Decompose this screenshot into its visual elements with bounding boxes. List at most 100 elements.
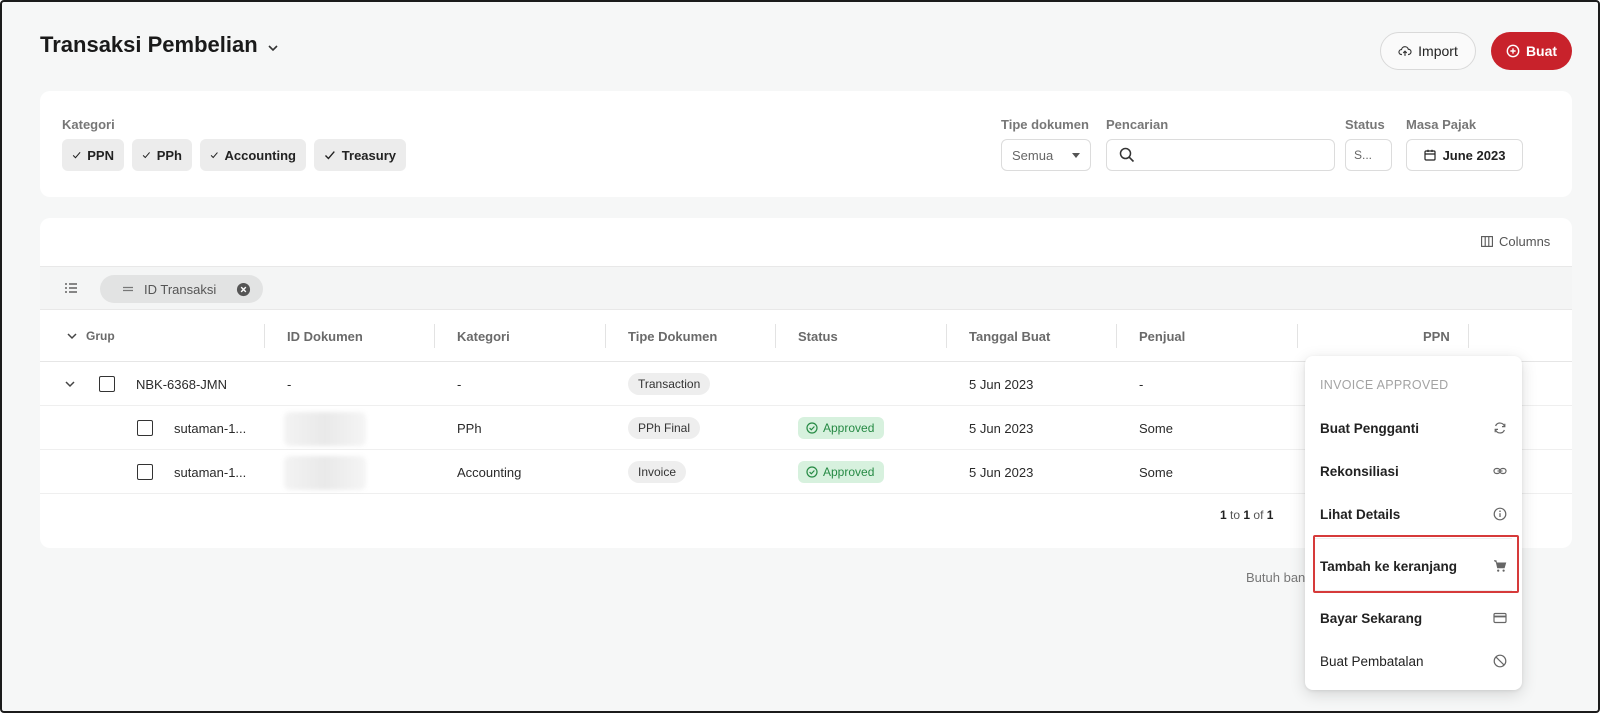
caret-down-icon <box>1072 152 1080 158</box>
blurred-id-dokumen <box>284 456 366 490</box>
status-badge: Approved <box>798 417 885 439</box>
menu-item-bayar-sekarang[interactable]: Bayar Sekarang <box>1305 598 1522 638</box>
ban-icon <box>1493 654 1507 668</box>
chip-accounting-label: Accounting <box>224 147 297 163</box>
header-tipe-dokumen[interactable]: Tipe Dokumen <box>628 310 717 362</box>
chip-treasury[interactable]: Treasury <box>314 139 406 171</box>
check-icon <box>142 152 151 159</box>
drag-handle-icon <box>123 286 133 292</box>
header-grup-label: Grup <box>86 329 115 343</box>
app-window: Transaksi Pembelian Import Buat Kategori… <box>0 0 1600 713</box>
status-select[interactable]: S... <box>1345 139 1392 171</box>
masa-pajak-picker[interactable]: June 2023 <box>1406 139 1523 171</box>
columns-button[interactable]: Columns <box>1481 234 1550 249</box>
tipe-dokumen-tag: PPh Final <box>628 417 701 439</box>
menu-item-rekonsiliasi[interactable]: Rekonsiliasi <box>1305 451 1522 491</box>
cell-tipe-dokumen: Invoice <box>628 450 687 494</box>
cell-status: Approved <box>798 450 885 494</box>
tipe-dokumen-tag: Invoice <box>628 461 687 483</box>
chip-accounting[interactable]: Accounting <box>200 139 306 171</box>
pager-from: 1 <box>1220 508 1227 522</box>
menu-item-lihat-details[interactable]: Lihat Details <box>1305 494 1522 534</box>
calendar-icon <box>1423 149 1436 161</box>
pencarian-label: Pencarian <box>1106 117 1169 132</box>
checkbox[interactable] <box>99 376 115 392</box>
chevron-down-icon <box>268 45 278 52</box>
column-divider[interactable] <box>1468 324 1469 348</box>
cell-id-dokumen: - <box>287 376 292 392</box>
status-value: S... <box>1354 148 1373 162</box>
pager-of-word: of <box>1253 508 1264 522</box>
menu-item-tambah-ke-keranjang[interactable]: Tambah ke keranjang <box>1305 546 1522 586</box>
search-input[interactable] <box>1143 147 1322 163</box>
chevron-down-icon[interactable] <box>66 330 78 342</box>
cell-penjual: Some <box>1139 464 1173 480</box>
cell-penjual: - <box>1139 376 1144 392</box>
status-badge-label: Approved <box>823 465 875 479</box>
filter-panel: Kategori PPN PPh Accounting Treasury Tip… <box>40 91 1572 197</box>
column-divider[interactable] <box>605 324 606 348</box>
group-pill-id-transaksi[interactable]: ID Transaksi <box>100 275 263 303</box>
menu-item-label: Rekonsiliasi <box>1320 463 1399 479</box>
header-id-dokumen[interactable]: ID Dokumen <box>287 310 363 362</box>
column-divider[interactable] <box>775 324 776 348</box>
plus-circle-icon <box>1506 44 1520 58</box>
menu-item-buat-pembatalan[interactable]: Buat Pembatalan <box>1305 641 1522 681</box>
table-header-row: Grup ID Dokumen Kategori Tipe Dokumen St… <box>40 310 1572 362</box>
columns-label: Columns <box>1499 234 1551 249</box>
row-checkbox[interactable] <box>99 362 115 406</box>
check-icon <box>72 151 81 159</box>
page-title-text: Transaksi Pembelian <box>40 32 258 57</box>
column-divider[interactable] <box>1116 324 1117 348</box>
row-checkbox[interactable] <box>137 450 153 494</box>
header-status[interactable]: Status <box>798 310 838 362</box>
cell-status: Approved <box>798 406 885 450</box>
help-link[interactable]: Butuh bantuan <box>1246 570 1306 585</box>
tipe-dokumen-select[interactable]: Semua <box>1001 139 1091 171</box>
expand-toggle[interactable] <box>64 362 76 406</box>
import-button-label: Import <box>1418 43 1458 59</box>
check-circle-icon <box>806 422 818 434</box>
cell-penjual: Some <box>1139 420 1173 436</box>
import-button[interactable]: Import <box>1380 32 1476 70</box>
menu-item-label: Lihat Details <box>1320 506 1401 522</box>
column-divider[interactable] <box>264 324 265 348</box>
chip-treasury-label: Treasury <box>341 147 396 163</box>
refresh-icon <box>1494 422 1506 434</box>
pager-to-word: to <box>1230 508 1241 522</box>
cell-tanggal-buat: 5 Jun 2023 <box>969 376 1034 392</box>
chip-pph[interactable]: PPh <box>132 139 192 171</box>
column-divider[interactable] <box>946 324 947 348</box>
cell-tipe-dokumen: Transaction <box>628 362 711 406</box>
tipe-dokumen-value: Semua <box>1012 147 1054 163</box>
chip-ppn[interactable]: PPN <box>62 139 124 171</box>
cloud-upload-icon <box>1398 46 1412 56</box>
cell-tanggal-buat: 5 Jun 2023 <box>969 420 1034 436</box>
header-kategori[interactable]: Kategori <box>457 310 510 362</box>
cell-kategori: Accounting <box>457 464 522 480</box>
search-box[interactable] <box>1106 139 1335 171</box>
header-tanggal-buat[interactable]: Tanggal Buat <box>969 310 1050 362</box>
create-button[interactable]: Buat <box>1491 32 1572 70</box>
check-circle-icon <box>806 466 818 478</box>
header-grup[interactable]: Grup <box>66 310 115 362</box>
column-divider[interactable] <box>1297 324 1298 348</box>
cell-grup: sutaman-1... <box>174 420 247 436</box>
header-ppn[interactable]: PPN <box>1423 310 1450 362</box>
page-title[interactable]: Transaksi Pembelian <box>40 32 280 58</box>
link-icon <box>1493 467 1507 475</box>
checkbox[interactable] <box>137 420 153 436</box>
column-divider[interactable] <box>434 324 435 348</box>
menu-item-buat-pengganti[interactable]: Buat Pengganti <box>1305 408 1522 448</box>
header-penjual[interactable]: Penjual <box>1139 310 1185 362</box>
pagination-summary: 1 to 1 of 1 <box>1220 508 1273 522</box>
row-checkbox[interactable] <box>137 406 153 450</box>
checkbox[interactable] <box>137 464 153 480</box>
menu-item-label: Buat Pengganti <box>1320 420 1420 436</box>
check-icon <box>210 152 218 159</box>
pager-total: 1 <box>1266 508 1274 522</box>
tipe-dokumen-label: Tipe dokumen <box>1001 117 1089 132</box>
search-icon <box>1119 147 1135 163</box>
close-circle-icon[interactable] <box>236 282 251 297</box>
cell-tipe-dokumen: PPh Final <box>628 406 701 450</box>
